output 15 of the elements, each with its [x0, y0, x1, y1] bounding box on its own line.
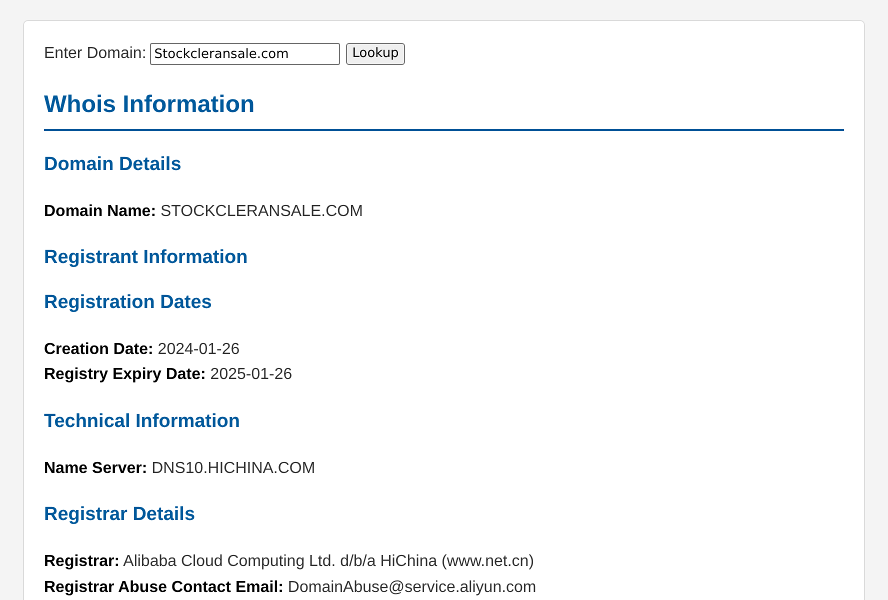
field-line: Domain Name: STOCKCLERANSALE.COM	[44, 202, 364, 222]
domain-input-field[interactable]: Stockcleransale.com	[150, 43, 340, 65]
field-line: Registrar: Alibaba Cloud Computing Ltd. d/b/a HiChina (www.net.cn)	[44, 552, 536, 572]
field-line: Name Server: DNS10.HICHINA.COM	[44, 458, 316, 479]
section-heading: Registrant Information	[44, 247, 249, 270]
section-heading: Domain Details	[44, 154, 182, 177]
lookup-button[interactable]: Lookup	[346, 43, 405, 65]
field-line: Registry Expiry Date: 2025-01-26	[44, 365, 294, 386]
field-line: Registrar Abuse Contact Email: DomainAbuse@service.aliyun.com	[44, 578, 538, 598]
section-heading: Registration Dates	[44, 292, 213, 315]
field-line: Creation Date: 2024-01-26	[44, 340, 241, 360]
section-heading: Technical Information	[44, 410, 242, 434]
page-title: Whois Information	[44, 91, 844, 131]
domain-label: Enter Domain:	[44, 44, 146, 64]
section-heading: Registrar Details	[44, 504, 196, 528]
